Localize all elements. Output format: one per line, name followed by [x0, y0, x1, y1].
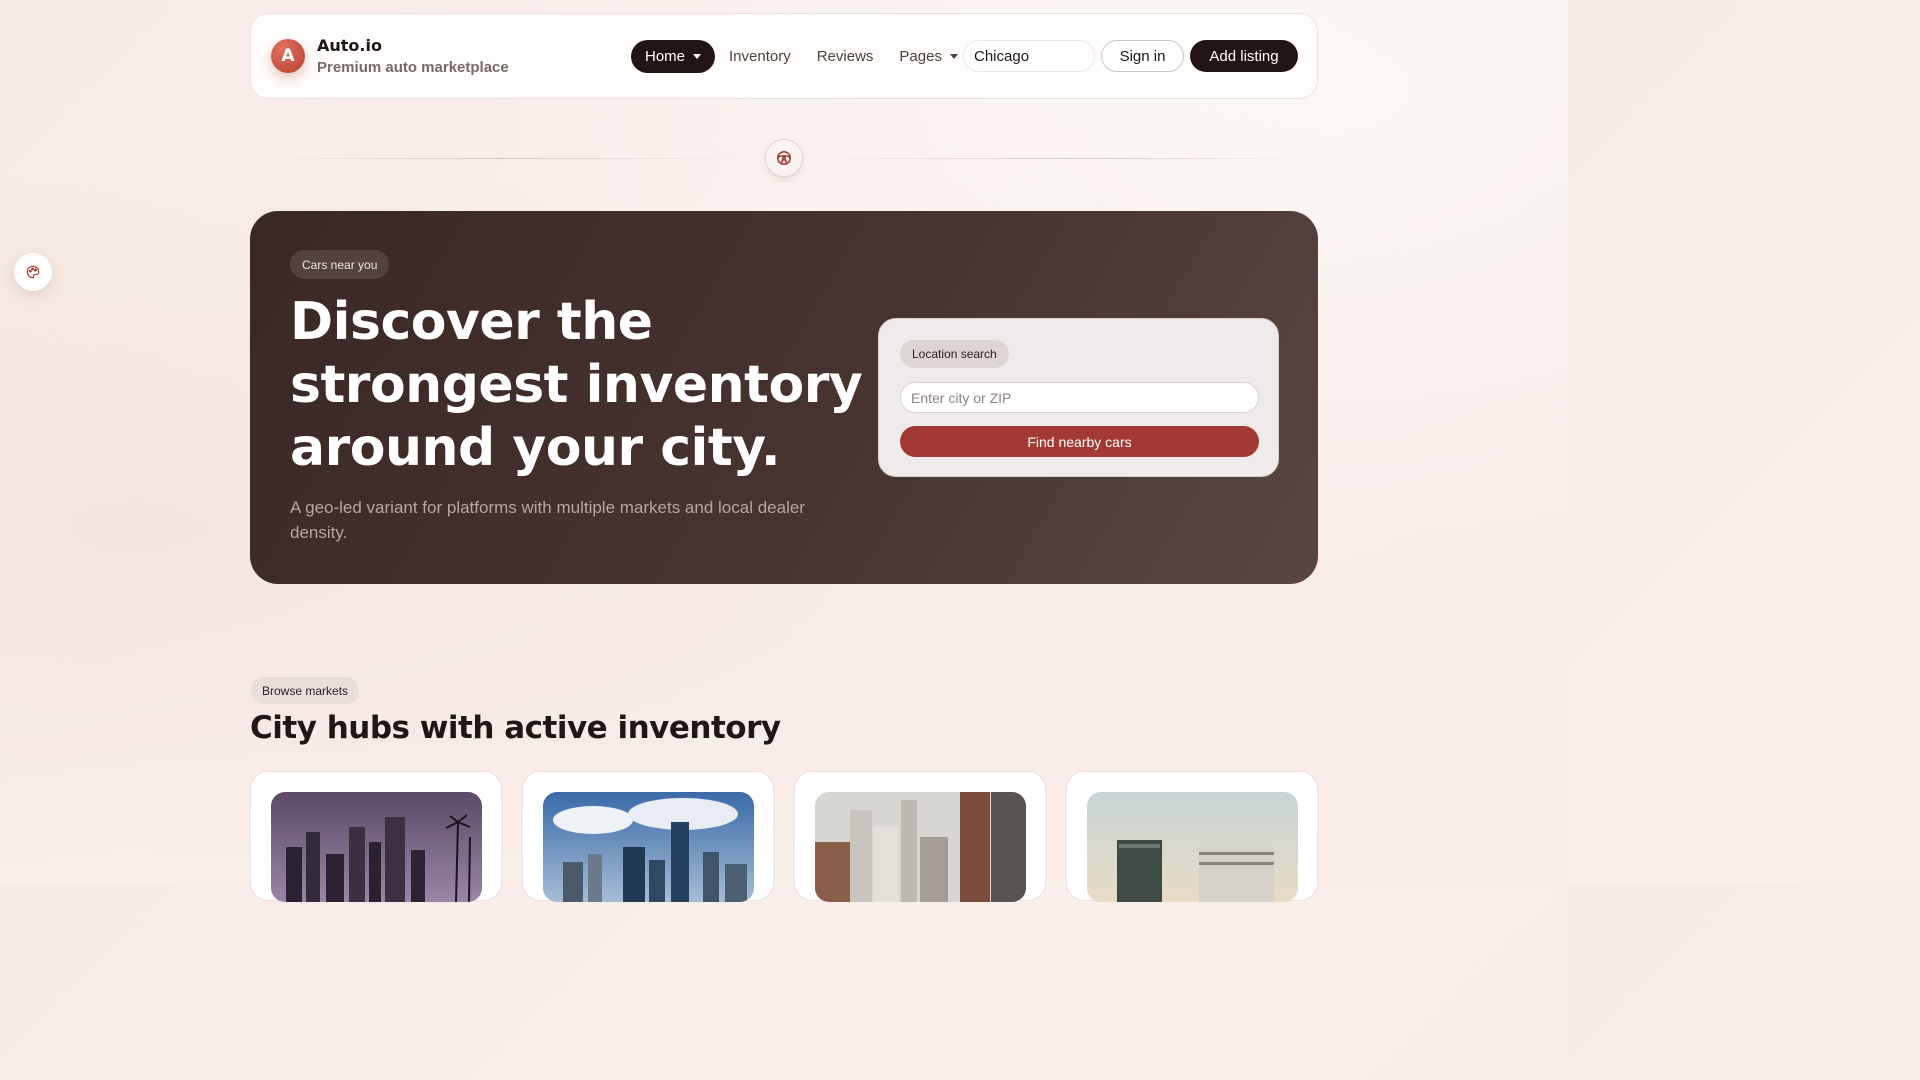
divider-line-right	[818, 158, 1318, 159]
hero-section: Cars near you Discover the strongest inv…	[250, 211, 1318, 584]
city-card[interactable]	[250, 771, 502, 902]
hero-title: Discover the strongest inventory around …	[290, 292, 863, 478]
nav-home-dropdown[interactable]: Home	[631, 40, 716, 73]
nav-pages-label: Pages	[899, 48, 942, 65]
city-card[interactable]	[794, 771, 1046, 902]
nav-inventory-link[interactable]: Inventory	[729, 48, 791, 65]
top-navbar: A Auto.io Premium auto marketplace Home …	[250, 13, 1318, 99]
divider-line-left	[250, 158, 750, 159]
nav-reviews-link[interactable]: Reviews	[817, 48, 874, 65]
hero-subtitle: A geo-led variant for platforms with mul…	[290, 498, 805, 542]
markets-badge: Browse markets	[251, 677, 360, 704]
brand[interactable]: A Auto.io Premium auto marketplace	[271, 36, 509, 76]
city-card[interactable]	[1066, 771, 1318, 902]
brand-text: Auto.io Premium auto marketplace	[317, 36, 509, 76]
hero-badge: Cars near you	[290, 250, 390, 279]
main-nav: Home Inventory Reviews Pages	[631, 40, 958, 73]
brand-name: Auto.io	[317, 36, 382, 55]
chevron-down-icon	[693, 54, 702, 59]
city-input[interactable]	[963, 40, 1095, 72]
find-nearby-cars-button[interactable]: Find nearby cars	[900, 426, 1259, 457]
chevron-down-icon	[949, 54, 958, 59]
nav-home-label: Home	[645, 48, 686, 65]
sign-in-button[interactable]: Sign in	[1101, 40, 1184, 72]
city-photo	[815, 792, 1026, 902]
city-zip-input[interactable]	[900, 382, 1259, 413]
steering-wheel-icon	[765, 139, 803, 177]
location-search-badge: Location search	[900, 340, 1009, 368]
city-card[interactable]	[522, 771, 774, 902]
brand-tagline: Premium auto marketplace	[317, 59, 509, 76]
theme-palette-button[interactable]	[14, 253, 52, 291]
brand-logo: A	[271, 39, 305, 73]
palette-icon	[26, 265, 40, 279]
city-photo	[271, 792, 482, 902]
markets-title: City hubs with active inventory	[250, 710, 781, 746]
nav-pages-dropdown[interactable]: Pages	[899, 48, 958, 65]
city-photo	[1087, 792, 1298, 902]
location-search-card: Location search Find nearby cars	[878, 318, 1279, 477]
city-photo	[543, 792, 754, 902]
add-listing-button[interactable]: Add listing	[1190, 40, 1298, 72]
